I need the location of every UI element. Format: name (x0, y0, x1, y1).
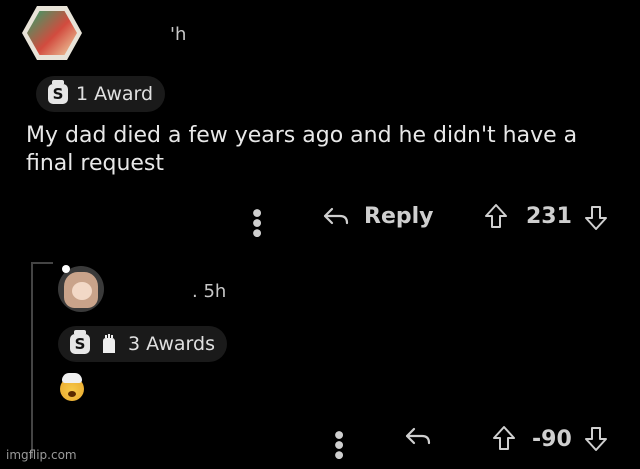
upvote-button[interactable] (484, 203, 508, 229)
more-vertical-icon: ••• (325, 428, 350, 459)
thread-line[interactable] (31, 262, 33, 458)
avatar-badge (62, 265, 70, 273)
reply-button[interactable]: Reply (322, 204, 434, 229)
reply-downvote-button[interactable] (584, 426, 608, 452)
award-count-label: 3 Awards (128, 333, 215, 355)
mind-blown-emoji-icon (60, 373, 84, 401)
comment-text-line: final request (26, 151, 165, 176)
reply-arrow-icon (323, 207, 349, 224)
reply-reply-button[interactable] (404, 426, 432, 448)
more-vertical-icon: ••• (243, 206, 268, 237)
reply-award-pill[interactable]: S 3 Awards (58, 326, 227, 362)
facepalm-award-icon (98, 333, 120, 355)
reply-timestamp: . 5h (192, 281, 227, 302)
reply-arrow-icon (405, 427, 431, 445)
award-count-label: 1 Award (76, 83, 154, 105)
comment-body: My dad died a few years ago and he didn'… (26, 122, 626, 178)
silver-award-icon: S (70, 330, 90, 354)
thread-connector (31, 262, 53, 264)
silver-award-icon: S (48, 80, 68, 104)
user-avatar[interactable] (22, 6, 82, 60)
more-options-button[interactable]: ••• (243, 206, 268, 237)
upvote-arrow-icon (493, 426, 515, 450)
reply-upvote-button[interactable] (492, 425, 516, 451)
vote-score: 231 (526, 204, 572, 229)
avatar-face (72, 282, 92, 300)
watermark: imgflip.com (6, 448, 77, 462)
downvote-arrow-icon (585, 427, 607, 451)
award-pill[interactable]: S 1 Award (36, 76, 166, 112)
reply-label: Reply (364, 204, 434, 229)
comment-text-line: My dad died a few years ago and he didn'… (26, 123, 578, 148)
upvote-arrow-icon (485, 204, 507, 228)
avatar-art (27, 11, 77, 55)
downvote-arrow-icon (585, 206, 607, 230)
reply-vote-score: -90 (532, 427, 572, 452)
comment-timestamp: 'h (170, 24, 187, 45)
reply-more-options-button[interactable]: ••• (325, 428, 350, 459)
downvote-button[interactable] (584, 205, 608, 231)
